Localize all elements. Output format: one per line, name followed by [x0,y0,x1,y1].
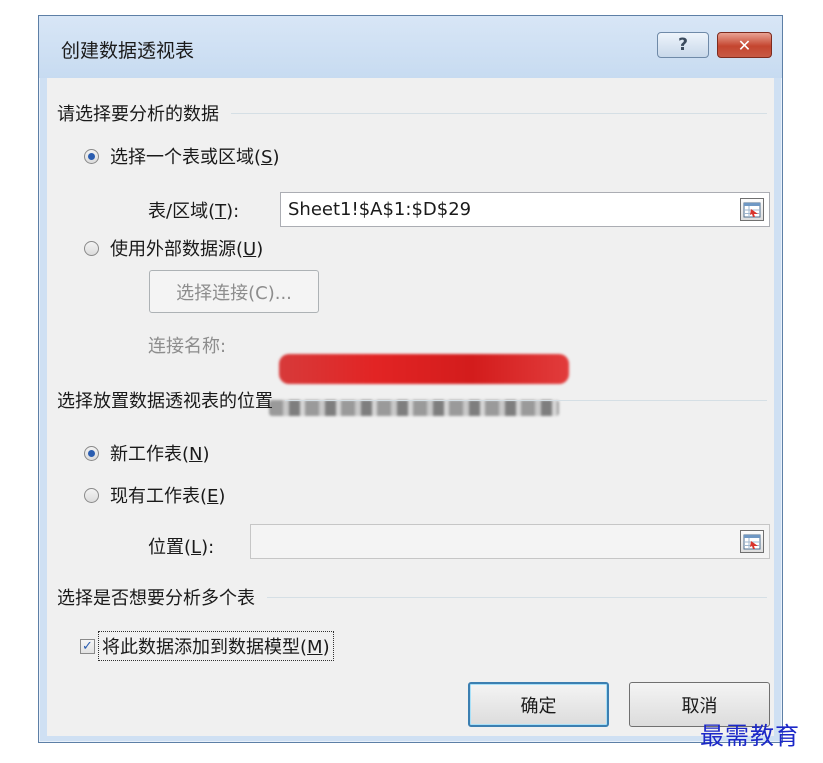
location-label: 位置(L): [148,537,215,558]
multi-table-heading: 选择是否想要分析多个表 [57,584,767,610]
dialog-body: 请选择要分析的数据 选择一个表或区域(S) 表/区域(T): Sheet1!$A… [47,78,774,736]
close-button[interactable]: ✕ [717,32,772,58]
existing-worksheet-radio[interactable]: 现有工作表(E) [84,482,225,508]
table-range-value: Sheet1!$A$1:$D$29 [288,199,472,220]
new-worksheet-radio[interactable]: 新工作表(N) [84,440,210,466]
radio-unchecked-icon [84,240,99,256]
collapse-dialog-icon [743,534,761,549]
watermark: 最需教育 [700,722,800,750]
location-picker-button[interactable] [740,530,764,553]
ok-button[interactable]: 确定 [468,682,609,727]
help-icon: ? [678,35,688,55]
choose-connection-label: 选择连接(C)... [176,282,292,304]
existing-worksheet-label: 现有工作表(E) [110,486,226,507]
divider [285,399,767,401]
range-picker-button[interactable] [740,198,764,221]
external-source-radio[interactable]: 使用外部数据源(U) [84,235,263,261]
radio-unchecked-icon [84,487,99,503]
select-table-range-label: 选择一个表或区域(S) [110,147,280,168]
placement-heading: 选择放置数据透视表的位置 [57,387,767,413]
add-to-data-model-checkbox[interactable]: ✓ 将此数据添加到数据模型(M) [80,631,334,661]
close-icon: ✕ [737,35,752,55]
choose-data-heading: 请选择要分析的数据 [57,100,767,126]
radio-checked-icon [84,445,99,461]
create-pivot-table-dialog: 创建数据透视表 ? ✕ 请选择要分析的数据 选择一个表或区域(S) 表/区域(T… [38,15,783,743]
radio-checked-icon [84,148,99,164]
divider [267,596,767,598]
help-button[interactable]: ? [657,32,709,58]
table-range-label: 表/区域(T): [148,201,240,222]
divider [231,112,767,114]
select-table-range-radio[interactable]: 选择一个表或区域(S) [84,143,280,169]
title-bar: 创建数据透视表 ? ✕ [39,16,782,78]
location-input[interactable] [250,524,770,559]
connection-name-label: 连接名称: [148,336,227,357]
placement-heading-text: 选择放置数据透视表的位置 [57,391,273,412]
collapse-dialog-icon [743,202,761,217]
choose-connection-button[interactable]: 选择连接(C)... [149,270,319,313]
redaction-red [279,354,569,384]
new-worksheet-label: 新工作表(N) [110,444,210,465]
cancel-label: 取消 [681,695,718,717]
dialog-title: 创建数据透视表 [61,40,195,62]
ok-label: 确定 [520,695,557,717]
add-to-data-model-label: 将此数据添加到数据模型(M) [98,631,334,661]
multi-table-heading-text: 选择是否想要分析多个表 [57,588,255,609]
external-source-label: 使用外部数据源(U) [110,239,264,260]
table-range-input[interactable]: Sheet1!$A$1:$D$29 [280,192,770,227]
choose-data-heading-text: 请选择要分析的数据 [57,104,219,125]
checkbox-checked-icon: ✓ [80,638,95,654]
